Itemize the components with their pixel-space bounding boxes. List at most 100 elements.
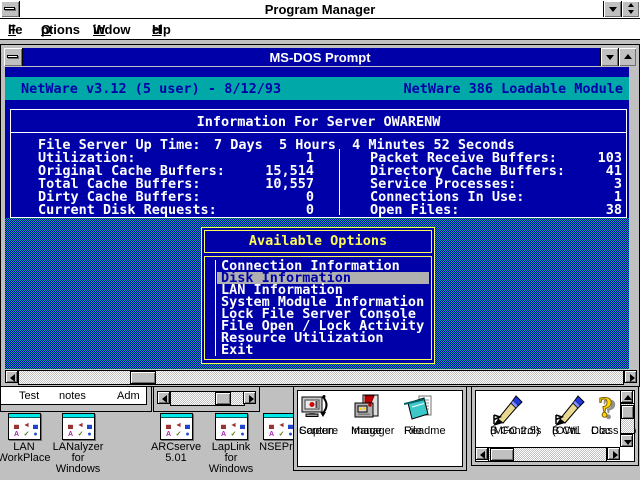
menu-file[interactable]: File — [8, 22, 22, 37]
scroll-right-button[interactable] — [243, 391, 256, 404]
window-title: Program Manager — [0, 2, 640, 17]
menu-underline: O — [41, 22, 51, 37]
scroll-down-button[interactable] — [620, 434, 633, 447]
program-item-readme-file[interactable]: ReadmeFile — [404, 393, 456, 425]
maximize-icon — [624, 54, 632, 59]
group-icon-glyph: A — [66, 430, 75, 439]
arrow-down-icon — [624, 440, 632, 445]
readme-icon — [404, 393, 456, 425]
group-icon-glyph: A — [219, 430, 228, 439]
group-icon-glyph: ▄ — [164, 421, 173, 430]
netware-header-bar: NetWare v3.12 (5 user) - 8/12/93 NetWare… — [5, 77, 629, 100]
group-icon-glyph: ◄ — [76, 421, 85, 430]
horizontal-scrollbar[interactable] — [475, 447, 620, 462]
hscroll-track[interactable] — [488, 447, 607, 462]
scroll-up-button[interactable] — [620, 390, 633, 403]
scrollbar-thumb[interactable] — [130, 371, 156, 384]
msdos-prompt-window[interactable]: MS-DOS Prompt NetWare v3.12 (5 user) - 8… — [0, 44, 640, 387]
group-icon-glyph: A — [267, 430, 276, 439]
group-icon-arcserve-5-01[interactable]: ▄◄▄A✓●ARCserve5.01 — [160, 413, 193, 480]
group-icon-glyph: ● — [85, 430, 94, 439]
scroll-right-button[interactable] — [624, 370, 637, 383]
restore-button[interactable] — [621, 1, 639, 17]
scrollbar-thumb[interactable] — [490, 448, 514, 461]
icon-label-adm[interactable]: Adm — [117, 390, 140, 402]
menu-help[interactable]: Help — [152, 22, 171, 37]
group-icon-glyph: ▄ — [31, 421, 40, 430]
restore-up-icon — [628, 3, 634, 7]
program-item-b-controls-mfc-2-5[interactable]: B Controls(MFC 2.5) — [490, 393, 552, 425]
program-item-image-manager[interactable]: ImageManager — [351, 393, 403, 425]
arrow-right-icon — [613, 451, 618, 459]
group-icon-glyph: ▄ — [238, 421, 247, 430]
scrollbar-thumb[interactable] — [215, 392, 231, 405]
scroll-left-button[interactable] — [5, 370, 18, 383]
group-icon-glyph: ▄ — [183, 421, 192, 430]
arrow-left-icon — [10, 374, 15, 382]
stat-value-current-disk-requests: 0 — [38, 202, 314, 218]
group-icon-glyph: ✓ — [174, 430, 183, 439]
group-icon-glyph: A — [164, 430, 173, 439]
group-icon-titlebar — [63, 414, 94, 418]
group-icon-lanalyzer-for-windows[interactable]: ▄◄▄A✓●LANalyzerforWindows — [62, 413, 95, 480]
program-group-icon: ▄◄▄A✓● — [8, 413, 41, 440]
program-group-icon: ▄◄▄A✓● — [215, 413, 248, 440]
program-group-icon: ▄◄▄A✓● — [263, 413, 296, 440]
minimize-icon — [609, 7, 617, 12]
group-icon-titlebar — [264, 414, 295, 418]
maximize-button[interactable] — [618, 48, 636, 66]
panel-divider — [11, 132, 626, 133]
arrow-left-icon — [480, 451, 485, 459]
available-options-menu: Available Options Connection Information… — [201, 227, 435, 364]
group-window-borland[interactable]: B Controls(MFC 2.5)B Ctrl(OWL??Class Lib… — [471, 386, 639, 466]
restore-down-icon — [628, 10, 634, 14]
group-icon-glyph: ◄ — [277, 421, 286, 430]
minimize-button[interactable] — [603, 1, 621, 17]
group-icon-nsepro[interactable]: ▄◄▄A✓●NSEPro — [263, 413, 296, 480]
stat-value-open-files: 38 — [370, 202, 622, 218]
hscroll-track[interactable] — [18, 370, 624, 385]
menu-underline: H — [152, 22, 161, 37]
horizontal-scrollbar[interactable] — [170, 391, 245, 406]
group-window-client: ScreenCaptureImageManagerReadmeFile — [297, 390, 463, 467]
window-title: MS-DOS Prompt — [4, 50, 636, 65]
vscroll-track[interactable] — [620, 403, 635, 434]
available-options-list: Connection InformationDisk InformationLA… — [204, 256, 432, 360]
list-scroll-indicator — [215, 260, 216, 356]
group-icon-glyph: ▄ — [219, 421, 228, 430]
pen-icon — [552, 393, 596, 425]
scroll-left-button[interactable] — [157, 391, 170, 404]
menu-window[interactable]: Window — [93, 22, 131, 37]
program-item-screen-capture[interactable]: ScreenCapture — [299, 393, 351, 425]
group-icon-lan-workplace[interactable]: ▄◄▄A✓●LANWorkPlace — [8, 413, 41, 480]
group-window-fragment-scrollbar[interactable] — [153, 386, 260, 412]
icon-label-notes[interactable]: notes — [59, 390, 86, 402]
netware-background-pattern: Available Options Connection Information… — [5, 218, 629, 369]
option-exit[interactable]: Exit — [217, 344, 429, 356]
group-window-fragment-left[interactable]: Test notes Adm — [0, 386, 152, 412]
scroll-left-button[interactable] — [475, 447, 488, 460]
menu-underline: W — [93, 22, 105, 37]
panel-column-divider — [339, 149, 340, 215]
msdos-titlebar: MS-DOS Prompt — [4, 48, 636, 66]
group-icon-glyph: ▄ — [66, 421, 75, 430]
svg-text:?: ? — [598, 393, 613, 424]
dos-horizontal-scrollbar[interactable] — [5, 370, 637, 385]
group-icon-glyph: ◄ — [229, 421, 238, 430]
minimize-button[interactable] — [600, 48, 618, 66]
group-window-utilities[interactable]: ScreenCaptureImageManagerReadmeFile — [293, 386, 467, 471]
arrow-right-icon — [249, 395, 254, 403]
icon-label-test[interactable]: Test — [19, 390, 39, 402]
group-icon-titlebar — [161, 414, 192, 418]
program-item-b-ctrl-owl[interactable]: B Ctrl(OWL — [552, 393, 596, 425]
scrollbar-thumb[interactable] — [621, 405, 634, 419]
vertical-scrollbar[interactable] — [620, 390, 635, 448]
scroll-right-button[interactable] — [607, 447, 620, 460]
group-icon-glyph: ● — [183, 430, 192, 439]
netware-version: NetWare v3.12 (5 user) - 8/12/93 — [21, 81, 281, 97]
arrow-right-icon — [630, 374, 635, 382]
group-icon-glyph: ✓ — [229, 430, 238, 439]
program-item-label: (OWL — [552, 425, 581, 437]
menu-options[interactable]: Options — [41, 22, 80, 37]
program-item-label: Capture — [299, 425, 338, 437]
